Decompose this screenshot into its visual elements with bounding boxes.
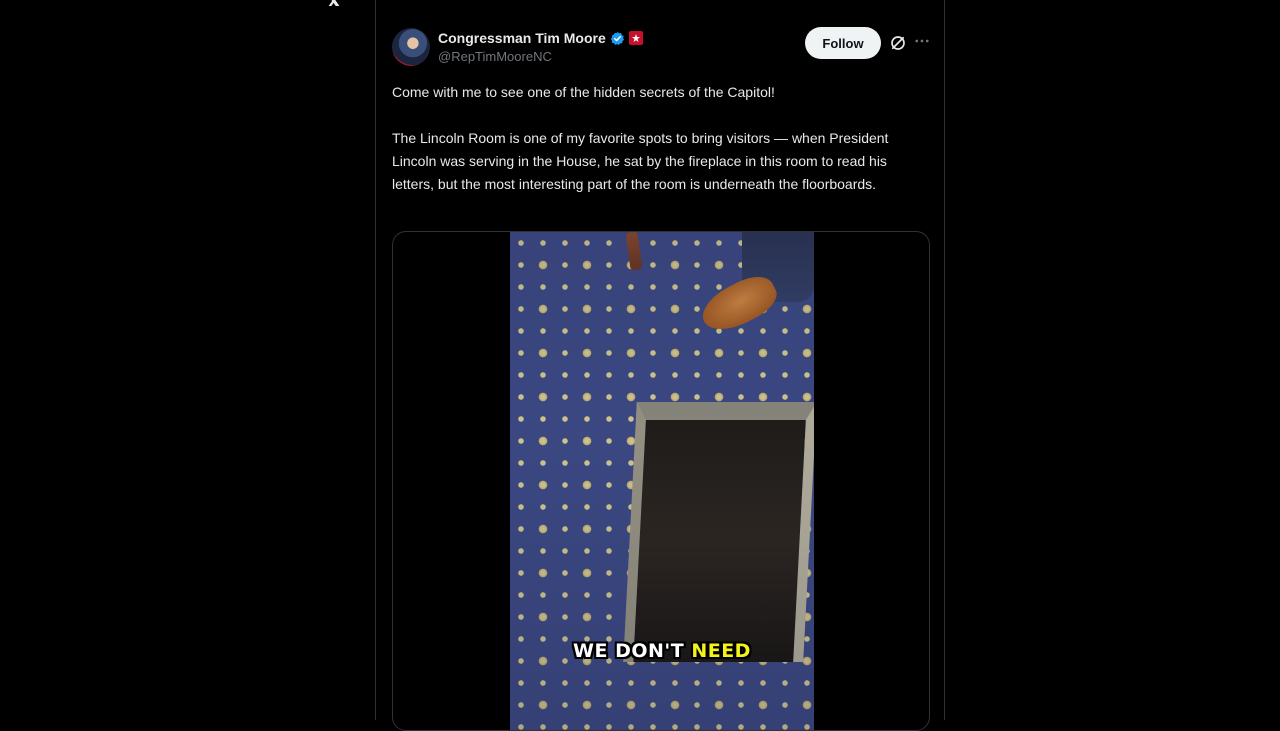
- grok-icon[interactable]: [889, 34, 907, 52]
- caption-white-text: WE DON'T: [573, 640, 692, 662]
- government-badge-icon: [628, 31, 643, 45]
- avatar[interactable]: [392, 28, 430, 66]
- verified-badge-icon: [610, 31, 625, 46]
- post-text: Come with me to see one of the hidden se…: [392, 81, 932, 219]
- x-logo-svg: [328, 0, 340, 6]
- x-logo-icon[interactable]: [322, 0, 346, 6]
- post-header: Congressman Tim Moore @RepTimMooreNC Fol…: [392, 26, 932, 70]
- video-player[interactable]: WE DON'T NEED: [510, 232, 814, 730]
- author-handle[interactable]: @RepTimMooreNC: [438, 49, 552, 64]
- more-options-icon[interactable]: [912, 32, 932, 52]
- timeline-column: Congressman Tim Moore @RepTimMooreNC Fol…: [375, 0, 945, 731]
- follow-button[interactable]: Follow: [805, 27, 881, 59]
- post-media[interactable]: WE DON'T NEED: [392, 231, 930, 731]
- post-text-paragraph: Come with me to see one of the hidden se…: [392, 84, 775, 100]
- author-display-name[interactable]: Congressman Tim Moore: [438, 30, 606, 46]
- video-caption: WE DON'T NEED: [510, 640, 814, 662]
- caption-highlight-text: NEED: [691, 640, 751, 662]
- post-text-paragraph: The Lincoln Room is one of my favorite s…: [392, 130, 893, 192]
- author-name-row: Congressman Tim Moore: [438, 29, 643, 47]
